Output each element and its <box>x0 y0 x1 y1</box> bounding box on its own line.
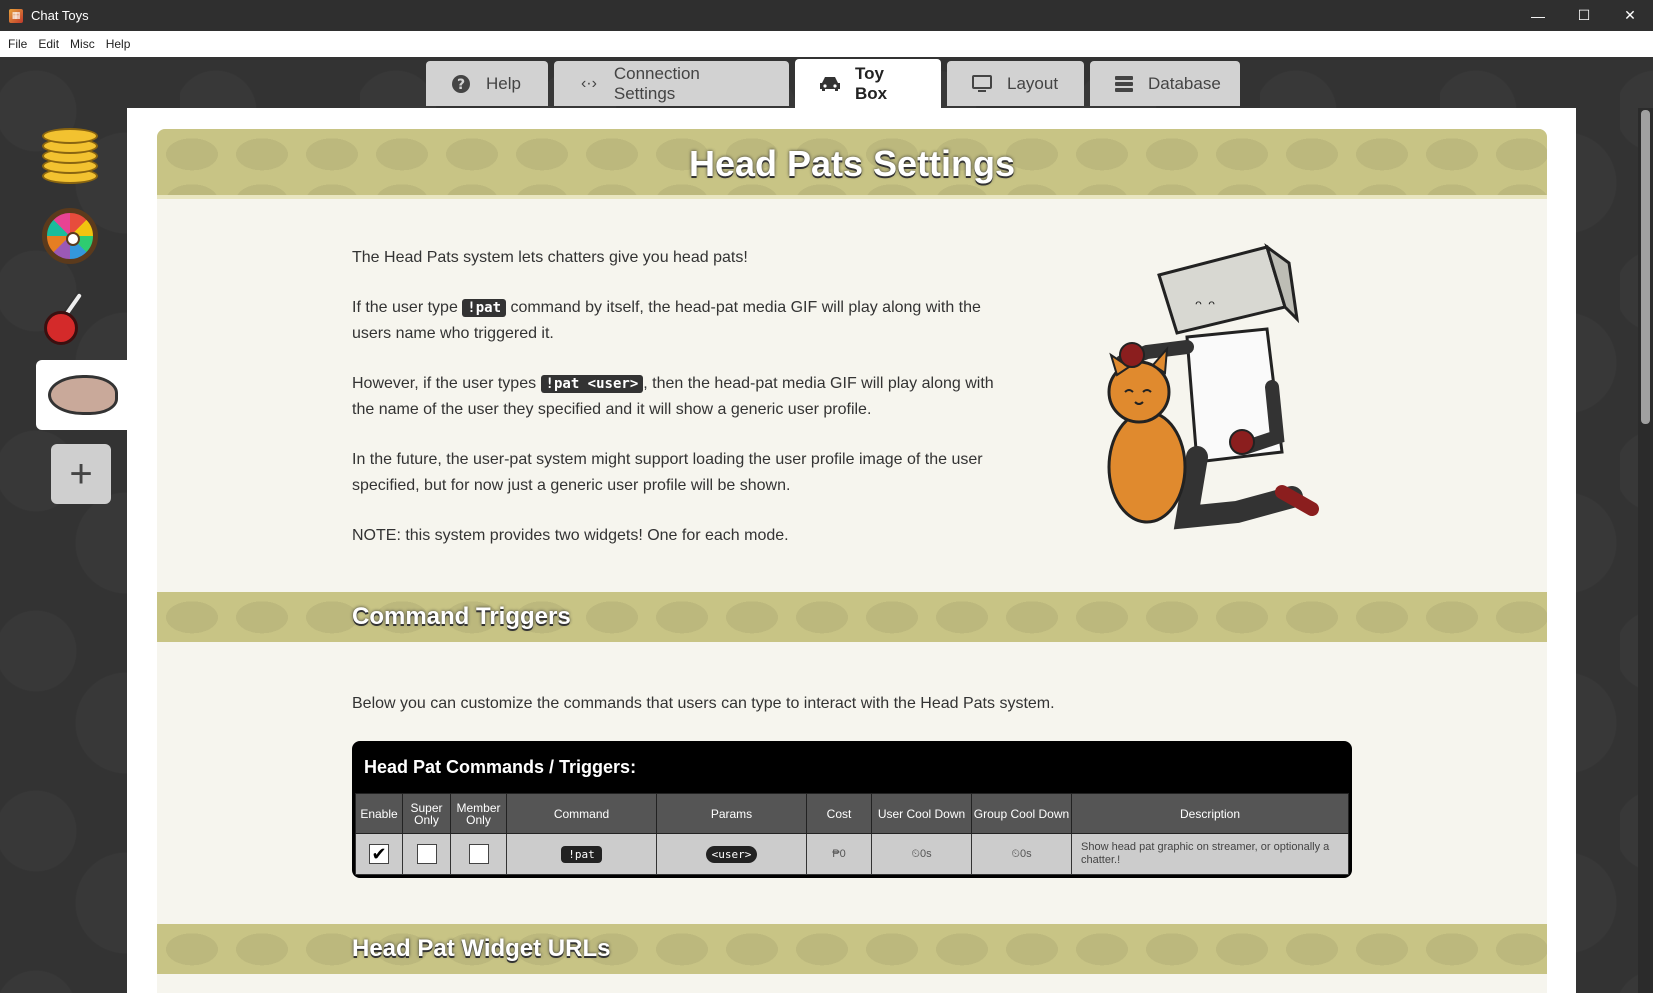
table-row: ✔ !pat <user> ₱0 ⏲0s ⏲0s Show head pat g… <box>355 833 1349 875</box>
intro-paragraph-5: NOTE: this system provides two widgets! … <box>352 527 789 544</box>
title-bar: ▦ Chat Toys — ☐ ✕ <box>0 0 1653 31</box>
car-icon <box>819 73 841 95</box>
commands-table: Head Pat Commands / Triggers: Enable Sup… <box>352 741 1352 878</box>
monitor-icon <box>971 73 993 95</box>
header-command: Command <box>506 793 657 834</box>
command-triggers-heading: Command Triggers <box>352 603 571 630</box>
intro-paragraph-1: The Head Pats system lets chatters give … <box>352 249 748 266</box>
page-title: Head Pats Settings <box>688 143 1016 184</box>
enable-checkbox[interactable]: ✔ <box>369 844 389 864</box>
command-triggers-banner: Command Triggers <box>157 592 1547 642</box>
intro-paragraph-2: If the user type !pat command by itself,… <box>352 299 981 342</box>
widget-urls-banner: Head Pat Widget URLs <box>157 924 1547 974</box>
group-cooldown-field[interactable]: ⏲0s <box>971 833 1072 875</box>
menu-edit[interactable]: Edit <box>38 37 59 51</box>
header-super-only: Super Only <box>402 793 451 834</box>
tab-toy-box[interactable]: Toy Box <box>795 59 941 108</box>
header-enable: Enable <box>355 793 403 834</box>
intro-text: The Head Pats system lets chatters give … <box>352 245 1012 573</box>
title-banner: Head Pats Settings <box>157 129 1547 199</box>
member-only-checkbox[interactable] <box>468 844 489 864</box>
code-icon: ‹·› <box>580 74 597 92</box>
vertical-scrollbar[interactable] <box>1638 108 1653 993</box>
cost-field[interactable]: ₱0 <box>806 833 872 875</box>
sidebar-item-add[interactable]: + <box>36 438 128 510</box>
super-only-checkbox[interactable] <box>416 844 437 864</box>
tab-database-label: Database <box>1148 73 1221 93</box>
intro-paragraph-4: In the future, the user-pat system might… <box>352 451 983 494</box>
scrollbar-thumb[interactable] <box>1641 110 1650 424</box>
maximize-button[interactable]: ☐ <box>1561 0 1607 31</box>
tab-layout-label: Layout <box>1007 73 1059 93</box>
params-field[interactable]: <user> <box>705 845 758 863</box>
tab-help-label: Help <box>486 73 521 93</box>
user-cooldown-field[interactable]: ⏲0s <box>871 833 972 875</box>
code-pat-user: !pat <user> <box>540 375 644 393</box>
svg-text:?: ? <box>457 77 465 93</box>
header-member-only: Member Only <box>450 793 507 834</box>
main-tabs: ? Help ‹·› Connection Settings Toy Box L… <box>426 59 1240 108</box>
header-params: Params <box>656 793 807 834</box>
pet-rock-icon <box>48 375 118 415</box>
intro-paragraph-3: However, if the user types !pat <user>, … <box>352 375 994 418</box>
menu-file[interactable]: File <box>8 37 27 51</box>
toy-sidebar: + <box>36 120 128 518</box>
tab-help[interactable]: ? Help <box>426 61 548 106</box>
header-group-cool-down: Group Cool Down <box>971 793 1072 834</box>
main-panel: Head Pats Settings The Head Pats system … <box>127 108 1576 993</box>
close-button[interactable]: ✕ <box>1607 0 1653 31</box>
header-user-cool-down: User Cool Down <box>871 793 972 834</box>
header-description: Description <box>1071 793 1349 834</box>
sidebar-item-wheel[interactable] <box>36 200 128 272</box>
tab-connection-settings[interactable]: ‹·› Connection Settings <box>554 61 789 106</box>
menu-help[interactable]: Help <box>106 37 131 51</box>
sidebar-item-head-pats[interactable] <box>36 360 128 430</box>
app-icon: ▦ <box>9 8 23 23</box>
tab-toy-box-label: Toy Box <box>855 63 888 103</box>
command-field[interactable]: !pat <box>561 845 602 863</box>
add-toy-button[interactable]: + <box>51 444 111 504</box>
tab-database[interactable]: Database <box>1090 61 1240 106</box>
commands-description: Below you can customize the commands tha… <box>352 695 1055 712</box>
tab-connection-settings-label: Connection Settings <box>613 63 700 103</box>
tab-layout[interactable]: Layout <box>947 61 1084 106</box>
cherry-bomb-icon <box>42 285 98 347</box>
question-circle-icon: ? <box>450 73 472 95</box>
code-pat: !pat <box>462 299 506 317</box>
prize-wheel-icon <box>42 208 98 264</box>
header-cost: Cost <box>806 793 872 834</box>
window-title: Chat Toys <box>31 8 89 23</box>
menu-bar: File Edit Misc Help <box>0 31 1653 57</box>
settings-card: Head Pats Settings The Head Pats system … <box>157 129 1547 993</box>
coin-stack-icon <box>42 126 98 186</box>
head-pat-illustration: ᵔ ᵔ <box>1107 243 1319 530</box>
minimize-button[interactable]: — <box>1515 0 1561 31</box>
database-icon <box>1114 73 1134 95</box>
description-field[interactable]: Show head pat graphic on streamer, or op… <box>1071 833 1349 875</box>
menu-misc[interactable]: Misc <box>70 37 95 51</box>
svg-text:ᵔ ᵔ: ᵔ ᵔ <box>1195 297 1216 318</box>
sidebar-item-cherry[interactable] <box>36 280 128 352</box>
sidebar-item-coins[interactable] <box>36 120 128 192</box>
widget-urls-heading: Head Pat Widget URLs <box>352 935 611 962</box>
commands-table-title: Head Pat Commands / Triggers: <box>364 757 637 777</box>
